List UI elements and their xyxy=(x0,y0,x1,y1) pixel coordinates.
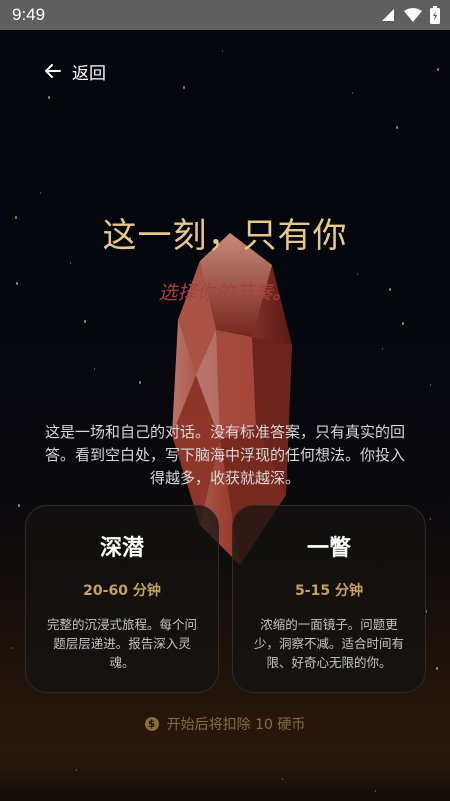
coin-icon: $ xyxy=(144,717,159,731)
mode-duration: 5-15 分钟 xyxy=(295,583,363,599)
intro-screen: 返回 这一刻，只有你 选择你的节奏。 这是一场和自己的对话。没有标准答案，只有真… xyxy=(0,30,450,801)
coin-cost-text: 开始后将扣除 10 硬币 xyxy=(166,717,306,733)
mode-desc-line: 限、好奇心无限的你。 xyxy=(266,655,392,670)
arrow-left-icon xyxy=(45,64,61,78)
mode-desc-line: 魂。 xyxy=(109,655,135,670)
intro-line: 答。看到空白处，写下脑海中浮现的任何想法。你投入 xyxy=(44,446,405,464)
mode-title: 一瞥 xyxy=(306,535,351,561)
mode-description: 浓缩的一面镜子。问题更 少，洞察不减。适合时间有 限、好奇心无限的你。 xyxy=(245,615,413,672)
mode-description: 完整的沉浸式旅程。每个问 题层层递进。报告深入灵 魂。 xyxy=(38,615,206,672)
coin-cost-notice: $ 开始后将扣除 10 硬币 xyxy=(0,714,450,734)
status-time: 9:49 xyxy=(12,5,46,24)
intro-line: 这是一场和自己的对话。没有标准答案，只有真实的回 xyxy=(44,423,405,441)
mode-desc-line: 完整的沉浸式旅程。每个问 xyxy=(46,617,197,632)
mode-title: 深潜 xyxy=(99,535,144,561)
mode-card-glance[interactable]: 一瞥 5-15 分钟 浓缩的一面镜子。问题更 少，洞察不减。适合时间有 限、好奇… xyxy=(232,505,426,693)
cell-signal-icon xyxy=(382,9,394,21)
page-subtitle: 选择你的节奏。 xyxy=(158,282,292,304)
mode-desc-line: 浓缩的一面镜子。问题更 xyxy=(260,617,398,632)
intro-line: 得越多，收获就越深。 xyxy=(149,469,300,487)
battery-icon xyxy=(430,6,440,24)
page-title: 这一刻，只有你 xyxy=(102,216,348,256)
back-button[interactable]: 返回 xyxy=(44,58,106,84)
mode-desc-line: 题层层递进。报告深入灵 xyxy=(53,636,191,651)
status-icons xyxy=(380,6,440,24)
back-label: 返回 xyxy=(72,63,106,84)
mode-card-deep-dive[interactable]: 深潜 20-60 分钟 完整的沉浸式旅程。每个问 题层层递进。报告深入灵 魂。 xyxy=(25,505,219,693)
mode-desc-line: 少，洞察不减。适合时间有 xyxy=(253,636,404,651)
intro-text: 这是一场和自己的对话。没有标准答案，只有真实的回 答。看到空白处，写下脑海中浮现… xyxy=(26,421,424,490)
wifi-icon xyxy=(404,8,422,22)
mode-duration: 20-60 分钟 xyxy=(83,583,161,599)
status-bar: 9:49 xyxy=(0,0,450,30)
